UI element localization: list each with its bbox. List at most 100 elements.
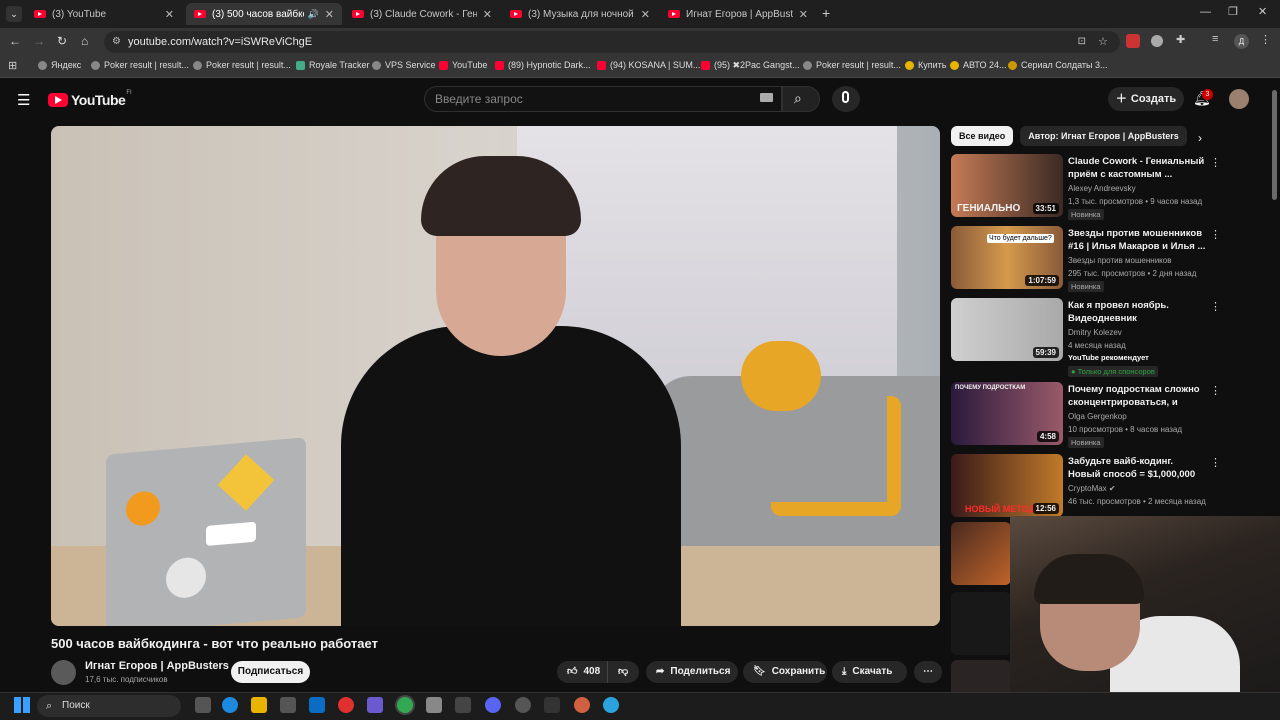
more-options-icon[interactable]: ⋮ <box>1210 300 1221 313</box>
bookmark-item[interactable]: YouTube <box>439 60 487 70</box>
bookmark-item[interactable]: (94) KOSANA | SUM... <box>597 60 700 70</box>
more-options-icon[interactable]: ⋮ <box>1210 228 1221 241</box>
browser-tab-active[interactable]: (3) 500 часов вайбкодинга🔊✕ <box>186 3 342 25</box>
forward-icon[interactable]: → <box>33 34 45 48</box>
video-thumbnail[interactable] <box>951 522 1011 585</box>
site-info-icon[interactable]: ⚙ <box>112 31 121 53</box>
reload-icon[interactable]: ↻ <box>57 34 67 48</box>
new-tab-button[interactable]: + <box>822 5 830 21</box>
app-icon[interactable] <box>426 697 442 713</box>
bookmark-item[interactable]: Яндекс <box>38 60 81 70</box>
bookmark-item[interactable]: Poker result | result... <box>803 60 901 70</box>
bookmark-icon: 🔖︎ <box>753 666 766 677</box>
hamburger-menu-icon[interactable]: ☰ <box>17 91 30 109</box>
close-window-icon[interactable]: ✕ <box>1258 5 1267 18</box>
recommendation-item[interactable]: ГЕНИАЛЬНО 33:51 Claude Cowork - Гениальн… <box>951 154 1221 220</box>
bookmark-item[interactable]: (95) ✖2Pac Gangst... <box>701 60 800 71</box>
chrome-icon[interactable] <box>397 697 413 713</box>
page-scrollbar[interactable] <box>1272 90 1277 200</box>
recommendation-item[interactable]: 59:39 Как я провел ноябрь. Видеодневник … <box>951 298 1221 377</box>
recommendation-item[interactable]: ПОЧЕМУ ПОДРОСТКАМ 4:58 Почему подросткам… <box>951 382 1221 448</box>
app-icon[interactable] <box>515 697 531 713</box>
bookmark-item[interactable]: Poker result | result... <box>193 60 291 70</box>
video-player[interactable] <box>51 126 940 626</box>
close-tab-icon[interactable]: ✕ <box>165 8 174 21</box>
subscribe-button[interactable]: Подписаться <box>231 661 310 683</box>
file-explorer-icon[interactable] <box>251 697 267 713</box>
restore-window-icon[interactable]: ❐ <box>1228 5 1238 18</box>
account-avatar[interactable] <box>1229 89 1249 109</box>
channel-name[interactable]: Игнат Егоров | AppBusters <box>85 660 229 672</box>
back-icon[interactable]: ← <box>9 34 21 48</box>
keyboard-icon[interactable] <box>760 93 773 102</box>
discord-icon[interactable] <box>485 697 501 713</box>
taskbar-search[interactable]: ⌕ Поиск <box>37 695 181 717</box>
more-options-icon[interactable]: ⋮ <box>1210 384 1221 397</box>
bookmark-item[interactable]: Сериал Солдаты 3... <box>1008 60 1108 70</box>
youtube-logo[interactable]: YouTube FI <box>48 90 132 108</box>
voice-search-button[interactable] <box>832 86 860 112</box>
browser-tab[interactable]: (3) Музыка для ночной работ✕ <box>502 3 658 25</box>
more-actions-button[interactable]: ⋯ <box>914 661 942 683</box>
store-icon[interactable] <box>280 697 296 713</box>
bookmark-star-icon[interactable]: ☆ <box>1098 31 1108 53</box>
app-icon[interactable] <box>544 697 560 713</box>
telegram-icon[interactable] <box>603 697 619 713</box>
tab-list-dropdown[interactable]: ⌄ <box>6 6 22 22</box>
close-tab-icon[interactable]: ✕ <box>325 8 334 21</box>
recommendation-filter-chips: Все видео Автор: Игнат Егоров | AppBuste… <box>951 126 1187 146</box>
close-tab-icon[interactable]: ✕ <box>799 8 808 21</box>
extension-icon[interactable] <box>1126 34 1140 48</box>
recommendation-item[interactable]: Что будет дальше? 1:07:59 Звезды против … <box>951 226 1221 292</box>
edge-icon[interactable] <box>222 697 238 713</box>
bookmark-item[interactable]: VPS Service <box>372 60 436 70</box>
more-options-icon[interactable]: ⋮ <box>1210 156 1221 169</box>
windows-start-icon[interactable] <box>14 697 30 713</box>
bookmark-item[interactable]: Poker result | result... <box>91 60 189 70</box>
browser-tab[interactable]: (3) Claude Cowork - Гениальны✕ <box>344 3 500 25</box>
search-button[interactable]: ⌕ <box>782 86 820 112</box>
more-options-icon[interactable]: ⋮ <box>1210 456 1221 469</box>
bookmark-item[interactable]: АВТО 24... <box>950 60 1007 70</box>
extension-icon[interactable] <box>1151 35 1163 47</box>
share-button[interactable]: ➦ Поделиться <box>646 661 738 683</box>
search-input[interactable]: Введите запрос <box>424 86 782 112</box>
bookmark-item[interactable]: (89) Hypnotic Dark... <box>495 60 591 70</box>
create-button[interactable]: ＋ Создать <box>1108 87 1184 111</box>
address-bar[interactable]: ⚙ youtube.com/watch?v=iSWReViChgE ⊡ ☆ <box>104 31 1120 53</box>
extensions-puzzle-icon[interactable]: ✚ <box>1176 33 1185 46</box>
home-icon[interactable]: ⌂ <box>81 34 88 48</box>
chip-author[interactable]: Автор: Игнат Егоров | AppBusters <box>1020 126 1187 146</box>
video-thumbnail[interactable] <box>951 592 1011 655</box>
close-tab-icon[interactable]: ✕ <box>483 8 492 21</box>
app-icon[interactable] <box>455 697 471 713</box>
speaker-icon[interactable]: 🔊 <box>308 9 319 20</box>
minimize-window-icon[interactable]: — <box>1200 6 1211 18</box>
like-button[interactable]: 👍︎ 408 <box>557 661 607 683</box>
browser-tab[interactable]: (3) YouTube ✕ <box>26 3 182 25</box>
download-button[interactable]: ⤓ Скачать <box>832 661 907 683</box>
profile-avatar[interactable]: Д <box>1234 34 1249 49</box>
video-thumbnail[interactable] <box>951 660 1011 692</box>
new-badge: Новинка <box>1068 209 1104 220</box>
browser-menu-icon[interactable]: ⋮ <box>1260 33 1271 46</box>
bookmark-item[interactable]: Купить <box>905 60 946 70</box>
save-button[interactable]: 🔖︎ Сохранить <box>743 661 827 683</box>
teams-icon[interactable] <box>367 697 383 713</box>
dislike-button[interactable]: 👎︎ <box>607 661 639 683</box>
install-app-icon[interactable]: ⊡ <box>1078 31 1086 53</box>
chips-next-icon[interactable]: › <box>1198 131 1202 145</box>
task-view-icon[interactable] <box>195 697 211 713</box>
mail-icon[interactable] <box>309 697 325 713</box>
media-control-icon[interactable]: ≡ <box>1212 33 1218 45</box>
yandex-browser-icon[interactable] <box>338 697 354 713</box>
channel-avatar[interactable] <box>51 660 76 685</box>
bookmark-icon <box>950 60 959 70</box>
recommendation-item[interactable]: НОВЫЙ МЕТОД 12:56 Забудьте вайб-кодинг. … <box>951 454 1221 518</box>
close-tab-icon[interactable]: ✕ <box>641 8 650 21</box>
apps-grid-icon[interactable]: ⊞ <box>8 59 17 72</box>
app-icon[interactable] <box>574 697 590 713</box>
bookmark-item[interactable]: Royale Tracker <box>296 60 370 70</box>
chip-all-videos[interactable]: Все видео <box>951 126 1014 146</box>
browser-tab[interactable]: Игнат Егоров | AppBusters - Yo✕ <box>660 3 816 25</box>
